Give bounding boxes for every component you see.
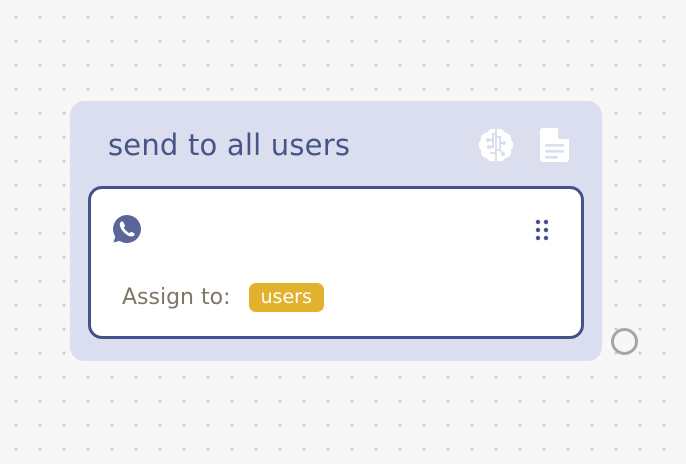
assign-tag[interactable]: users — [248, 283, 324, 312]
flow-node[interactable]: send to all users Assign to: users — [70, 101, 602, 361]
brain-icon[interactable] — [476, 125, 516, 165]
node-title: send to all users — [108, 128, 351, 162]
connection-handle[interactable] — [611, 328, 638, 355]
drag-handle-icon[interactable] — [535, 219, 549, 241]
document-icon[interactable] — [534, 125, 574, 165]
node-header-actions — [476, 125, 574, 165]
assign-label: Assign to: — [122, 285, 231, 310]
assign-row: Assign to: users — [122, 283, 324, 312]
whatsapp-icon — [113, 215, 141, 243]
message-card[interactable]: Assign to: users — [88, 186, 584, 339]
